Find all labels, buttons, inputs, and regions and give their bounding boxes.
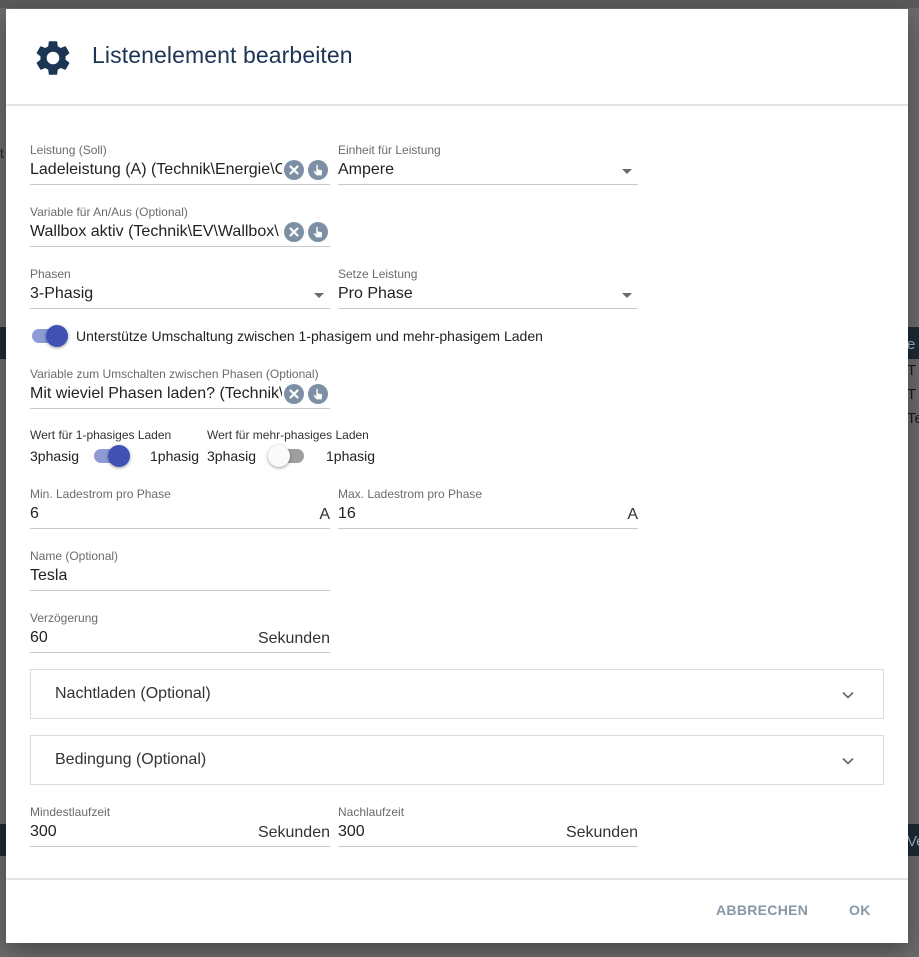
wert-mehrphasig-label: Wert für mehr-phasiges Laden <box>207 428 369 442</box>
einheit-select[interactable]: Einheit für Leistung Ampere <box>338 143 638 185</box>
field-value: 300 <box>338 823 365 840</box>
wert-mehrphasig-left: 3phasig <box>207 448 257 464</box>
field-label: Variable für An/Aus (Optional) <box>30 205 188 219</box>
toggle-knob <box>268 445 290 467</box>
field-label: Mindestlaufzeit <box>30 805 111 819</box>
dialog-footer-divider <box>6 878 908 880</box>
bedingung-panel[interactable]: Bedingung (Optional) <box>30 735 884 785</box>
pointer-hand-icon[interactable] <box>308 384 328 404</box>
umschaltung-label: Unterstütze Umschaltung zwischen 1-phasi… <box>76 328 543 344</box>
wert-1phasig-left: 3phasig <box>30 448 80 464</box>
wert-mehrphasig-right: 1phasig <box>326 448 376 464</box>
wert-1phasig-label: Wert für 1-phasiges Laden <box>30 428 172 442</box>
pointer-hand-icon[interactable] <box>308 160 328 180</box>
field-underline <box>30 308 330 309</box>
field-value: 60 <box>30 629 48 646</box>
background-topbar <box>0 0 919 8</box>
variable-anaus-select[interactable]: Variable für An/Aus (Optional) Wallbox a… <box>30 205 330 247</box>
field-underline <box>30 408 330 409</box>
min-ladestrom-input[interactable]: Min. Ladestrom pro Phase 6 A <box>30 487 330 529</box>
field-value: Mit wieviel Phasen laden? (Technik\ <box>30 385 282 402</box>
field-underline <box>30 528 330 529</box>
cancel-button[interactable]: ABBRECHEN <box>716 902 808 918</box>
field-underline <box>338 308 638 309</box>
background-text: e <box>907 336 916 353</box>
field-label: Min. Ladestrom pro Phase <box>30 487 171 501</box>
max-ladestrom-input[interactable]: Max. Ladestrom pro Phase 16 A <box>338 487 638 529</box>
field-value: 16 <box>338 505 356 522</box>
field-underline <box>338 846 638 847</box>
background-text: T <box>907 362 917 379</box>
field-underline <box>338 528 638 529</box>
unit-suffix: A <box>627 506 638 523</box>
chevron-down-icon <box>842 691 854 699</box>
nachlaufzeit-input[interactable]: Nachlaufzeit 300 Sekunden <box>338 805 638 847</box>
dialog-title: Listenelement bearbeiten <box>92 42 353 68</box>
nachtladen-panel[interactable]: Nachtladen (Optional) <box>30 669 884 719</box>
field-underline <box>30 846 330 847</box>
background-text: t <box>0 145 4 161</box>
umschaltung-toggle[interactable] <box>30 325 68 347</box>
field-label: Einheit für Leistung <box>338 143 441 157</box>
leistung-select[interactable]: Leistung (Soll) Ladeleistung (A) (Techni… <box>30 143 330 185</box>
clear-icon[interactable] <box>284 222 304 242</box>
field-underline <box>30 246 330 247</box>
field-label: Verzögerung <box>30 611 99 625</box>
setze-leistung-select[interactable]: Setze Leistung Pro Phase <box>338 267 638 309</box>
field-label: Setze Leistung <box>338 267 418 281</box>
field-value: 3-Phasig <box>30 285 94 302</box>
field-label: Leistung (Soll) <box>30 143 107 157</box>
wert-mehrphasig-toggle[interactable] <box>268 445 306 467</box>
background-text: Te <box>907 410 919 427</box>
field-label: Variable zum Umschalten zwischen Phasen … <box>30 367 319 381</box>
gear-icon <box>36 41 70 75</box>
wert-1phasig-toggle[interactable] <box>92 445 130 467</box>
dropdown-arrow-icon <box>622 293 632 298</box>
field-underline <box>30 652 330 653</box>
field-value: Ampere <box>338 161 395 178</box>
field-label: Max. Ladestrom pro Phase <box>338 487 483 501</box>
field-label: Nachlaufzeit <box>338 805 405 819</box>
phasen-select[interactable]: Phasen 3-Phasig <box>30 267 330 309</box>
toggle-knob <box>108 445 130 467</box>
background-text: T <box>907 386 917 403</box>
chevron-down-icon <box>842 757 854 765</box>
panel-title: Nachtladen (Optional) <box>55 685 211 702</box>
unit-suffix: A <box>319 506 330 523</box>
field-value: Pro Phase <box>338 285 413 302</box>
panel-title: Bedingung (Optional) <box>55 751 207 768</box>
clear-icon[interactable] <box>284 160 304 180</box>
field-underline <box>30 184 330 185</box>
clear-icon[interactable] <box>284 384 304 404</box>
field-value: Tesla <box>30 567 68 584</box>
field-underline <box>338 184 638 185</box>
unit-suffix: Sekunden <box>257 824 330 841</box>
field-value: 300 <box>30 823 57 840</box>
dialog-header: Listenelement bearbeiten <box>6 9 908 106</box>
name-input[interactable]: Name (Optional) Tesla <box>30 549 330 591</box>
edit-list-item-dialog: Listenelement bearbeiten Leistung (Soll)… <box>6 9 908 943</box>
field-label: Name (Optional) <box>30 549 119 563</box>
background-text: Ve <box>907 833 919 850</box>
ok-button[interactable]: OK <box>849 902 871 918</box>
mindestlaufzeit-input[interactable]: Mindestlaufzeit 300 Sekunden <box>30 805 330 847</box>
variable-umschalten-select[interactable]: Variable zum Umschalten zwischen Phasen … <box>30 367 330 409</box>
wert-1phasig-right: 1phasig <box>150 448 200 464</box>
pointer-hand-icon[interactable] <box>308 222 328 242</box>
dropdown-arrow-icon <box>314 293 324 298</box>
field-label: Phasen <box>30 267 71 281</box>
toggle-knob <box>46 325 68 347</box>
dropdown-arrow-icon <box>622 169 632 174</box>
unit-suffix: Sekunden <box>565 824 638 841</box>
field-underline <box>30 590 330 591</box>
field-value: Ladeleistung (A) (Technik\Energie\C <box>30 161 282 178</box>
verzoegerung-input[interactable]: Verzögerung 60 Sekunden <box>30 611 330 653</box>
unit-suffix: Sekunden <box>257 630 330 647</box>
field-value: Wallbox aktiv (Technik\EV\Wallbox\ <box>30 223 279 240</box>
field-value: 6 <box>30 505 39 522</box>
